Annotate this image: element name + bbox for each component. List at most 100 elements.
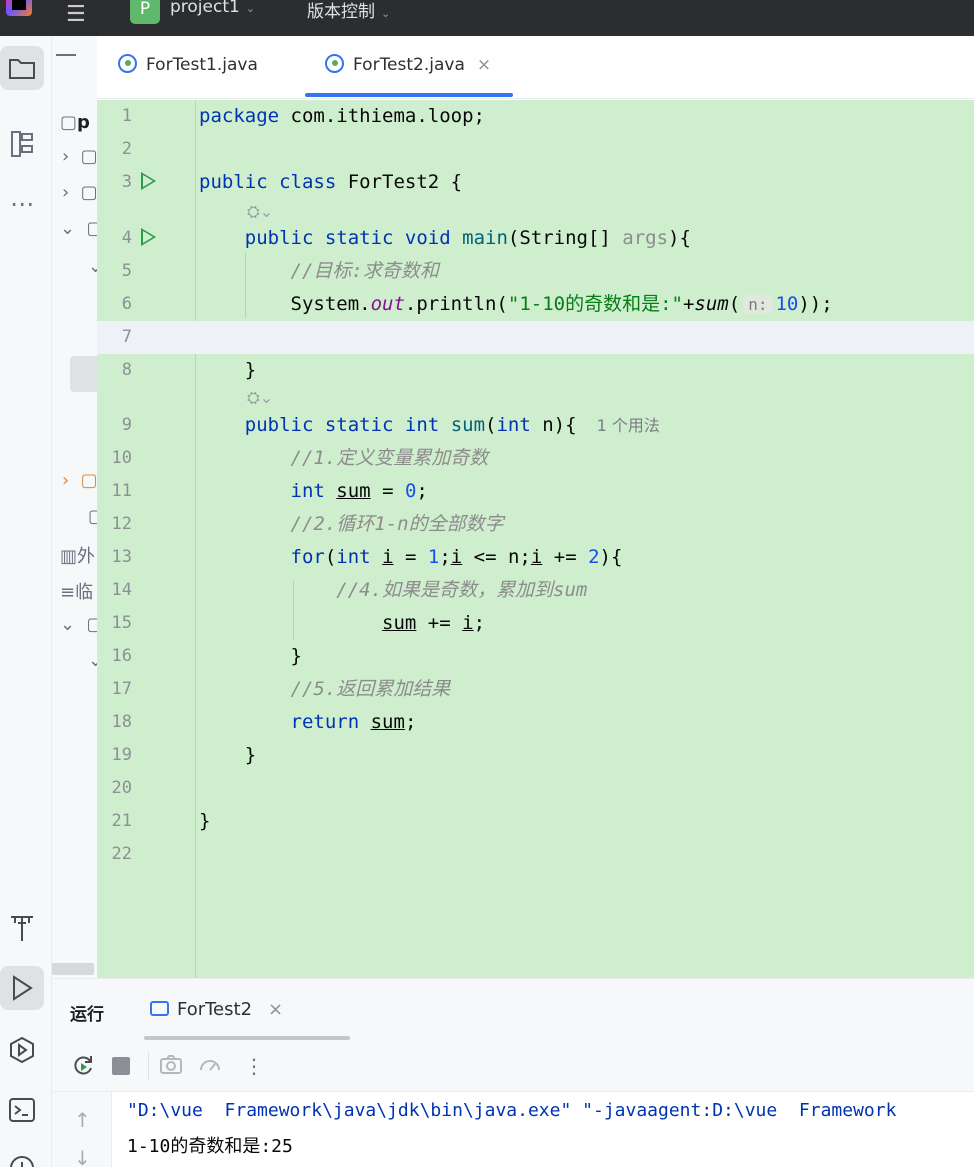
arrow-up-icon[interactable]: ↑ (74, 1108, 91, 1132)
selected-tree-row[interactable] (70, 356, 97, 392)
scratch-label: 临 (75, 582, 94, 603)
console-output-line: 1-10的奇数和是:25 (127, 1136, 293, 1157)
tab-fortest2[interactable]: ForTest2.java × (325, 54, 491, 82)
line-number: 18 (111, 712, 132, 732)
ai-assistant-icon[interactable]: ⛭⌄ (247, 202, 273, 224)
services-icon[interactable] (0, 1028, 44, 1072)
chevron-down-icon: ⌄ (381, 7, 391, 20)
tab-label: ForTest1.java (146, 55, 258, 75)
parameter-hint: n: (743, 295, 773, 314)
project-selector[interactable]: project1 ⌄ (170, 0, 255, 17)
camera-icon[interactable] (160, 1054, 182, 1079)
problems-icon[interactable] (0, 1146, 44, 1167)
folder-icon: ▢ (86, 614, 97, 635)
tool-window-strip: ⋯ (0, 36, 52, 1167)
code-line: 11 int sum = 0; (97, 475, 974, 508)
project-root-row[interactable]: ▢p (60, 112, 90, 138)
arrow-down-icon[interactable]: ↓ (74, 1146, 91, 1167)
vcs-label: 版本控制 (307, 2, 375, 22)
line-number: 6 (121, 294, 132, 314)
chevron-down-icon: ⌄ (60, 614, 76, 635)
folder-icon[interactable] (0, 46, 44, 90)
chevron-right-icon: › (62, 470, 70, 491)
line-number: 4 (121, 228, 132, 248)
code-line: 5 //目标:求奇数和 (97, 255, 974, 288)
line-number: 2 (121, 139, 132, 159)
terminal-icon[interactable] (0, 1088, 44, 1132)
code-line: 3 public class ForTest2 { (97, 166, 974, 199)
more-options-icon[interactable]: ⋮ (244, 1054, 264, 1078)
run-tab-label: ForTest2 (177, 999, 253, 1020)
profiler-icon[interactable] (198, 1054, 222, 1081)
structure-icon[interactable] (0, 122, 44, 166)
chevron-down-icon: ⌄ (60, 218, 76, 239)
ai-assistant-icon[interactable]: ⛭⌄ (247, 388, 273, 410)
line-number: 17 (111, 679, 132, 699)
java-class-icon (118, 54, 137, 73)
chevron-down-icon: ⌄ (245, 2, 256, 15)
line-number: 12 (111, 514, 132, 534)
line-number: 7 (121, 327, 132, 347)
library-icon: ▥ (60, 546, 78, 567)
usages-hint[interactable]: 1 个用法 (597, 416, 660, 435)
run-icon[interactable] (0, 966, 44, 1010)
tree-row[interactable]: ⌄ ▢ (60, 218, 97, 244)
run-tool-window-header: 运行 ForTest2 × (52, 978, 974, 1040)
tree-row[interactable]: › ▢ (62, 470, 97, 496)
tree-row[interactable]: ⌄ (88, 256, 97, 282)
tab-label: ForTest2.java (353, 55, 465, 75)
scratch-icon: ≡ (60, 582, 76, 603)
close-icon[interactable]: × (477, 55, 491, 75)
code-line: 19 } (97, 739, 974, 772)
rerun-icon[interactable] (72, 1054, 94, 1081)
close-icon[interactable]: × (268, 999, 283, 1020)
folder-icon: ▢ (60, 112, 78, 133)
run-gutter-icon[interactable] (141, 228, 156, 246)
main-menu-icon[interactable]: ☰ (66, 4, 86, 26)
line-number: 13 (111, 547, 132, 567)
collapse-panel-icon[interactable] (56, 54, 76, 56)
project-name: project1 (170, 0, 240, 17)
java-class-icon (325, 54, 344, 73)
run-tab-fortest2[interactable]: ForTest2 × (150, 999, 283, 1020)
line-number: 3 (121, 172, 132, 192)
console-output[interactable]: ↑ ↓ "D:\vue Framework\java\jdk\bin\java.… (52, 1092, 974, 1167)
horizontal-scrollbar[interactable] (52, 963, 94, 975)
tab-fortest1[interactable]: ForTest1.java (118, 54, 258, 82)
code-line: 12 //2.循环1-n的全部数字 (97, 508, 974, 541)
scratches-row[interactable]: ≡临 (60, 578, 93, 604)
code-line: 2 (97, 133, 974, 166)
tree-row[interactable]: › ▢ (62, 182, 97, 208)
code-line: 1 package com.ithiema.loop; (97, 100, 974, 133)
chevron-right-icon: › (62, 146, 70, 167)
code-editor[interactable]: ⛭⌄ ⛭⌄ 1 package com.ithiema.loop; 2 3 publ… (97, 100, 974, 978)
run-gutter-icon[interactable] (141, 172, 156, 190)
code-line: 14 //4.如果是奇数，累加到sum (97, 574, 974, 607)
code-line: 21} (97, 805, 974, 838)
console-icon (150, 1001, 169, 1016)
code-line: 9 public static int sum(int n){1 个用法 (97, 409, 974, 442)
tree-row[interactable]: ▢ (88, 506, 97, 532)
run-toolbar: ⋮ (52, 1040, 974, 1092)
project-root-label: p (77, 112, 90, 133)
external-libraries-row[interactable]: ▥外 (60, 542, 95, 568)
line-number: 15 (111, 613, 132, 633)
more-icon[interactable]: ⋯ (0, 182, 44, 226)
tree-row[interactable]: ⌄ (88, 650, 97, 676)
project-badge[interactable]: P (130, 0, 160, 24)
build-icon[interactable] (0, 906, 44, 950)
code-line: 18 return sum; (97, 706, 974, 739)
line-number: 1 (121, 106, 132, 126)
code-line: 8 } (97, 354, 974, 387)
folder-icon: ▢ (80, 470, 97, 491)
intellij-logo-icon[interactable] (6, 0, 32, 16)
tree-row[interactable]: › ▢ (62, 146, 97, 172)
vcs-menu[interactable]: 版本控制 ⌄ (307, 0, 390, 22)
folder-icon: ▢ (86, 218, 97, 239)
project-panel: ▢p › ▢ › ▢ ⌄ ▢ ⌄ › ▢ ▢ ▥外 ≡临 ⌄ ▢ ⌄ (52, 36, 97, 978)
tree-row[interactable]: ⌄ ▢ (60, 614, 97, 640)
title-bar: ☰ P project1 ⌄ 版本控制 ⌄ (0, 0, 974, 36)
stop-icon[interactable] (112, 1057, 130, 1075)
chevron-down-icon: ⌄ (88, 650, 97, 671)
folder-icon: ▢ (80, 146, 97, 167)
